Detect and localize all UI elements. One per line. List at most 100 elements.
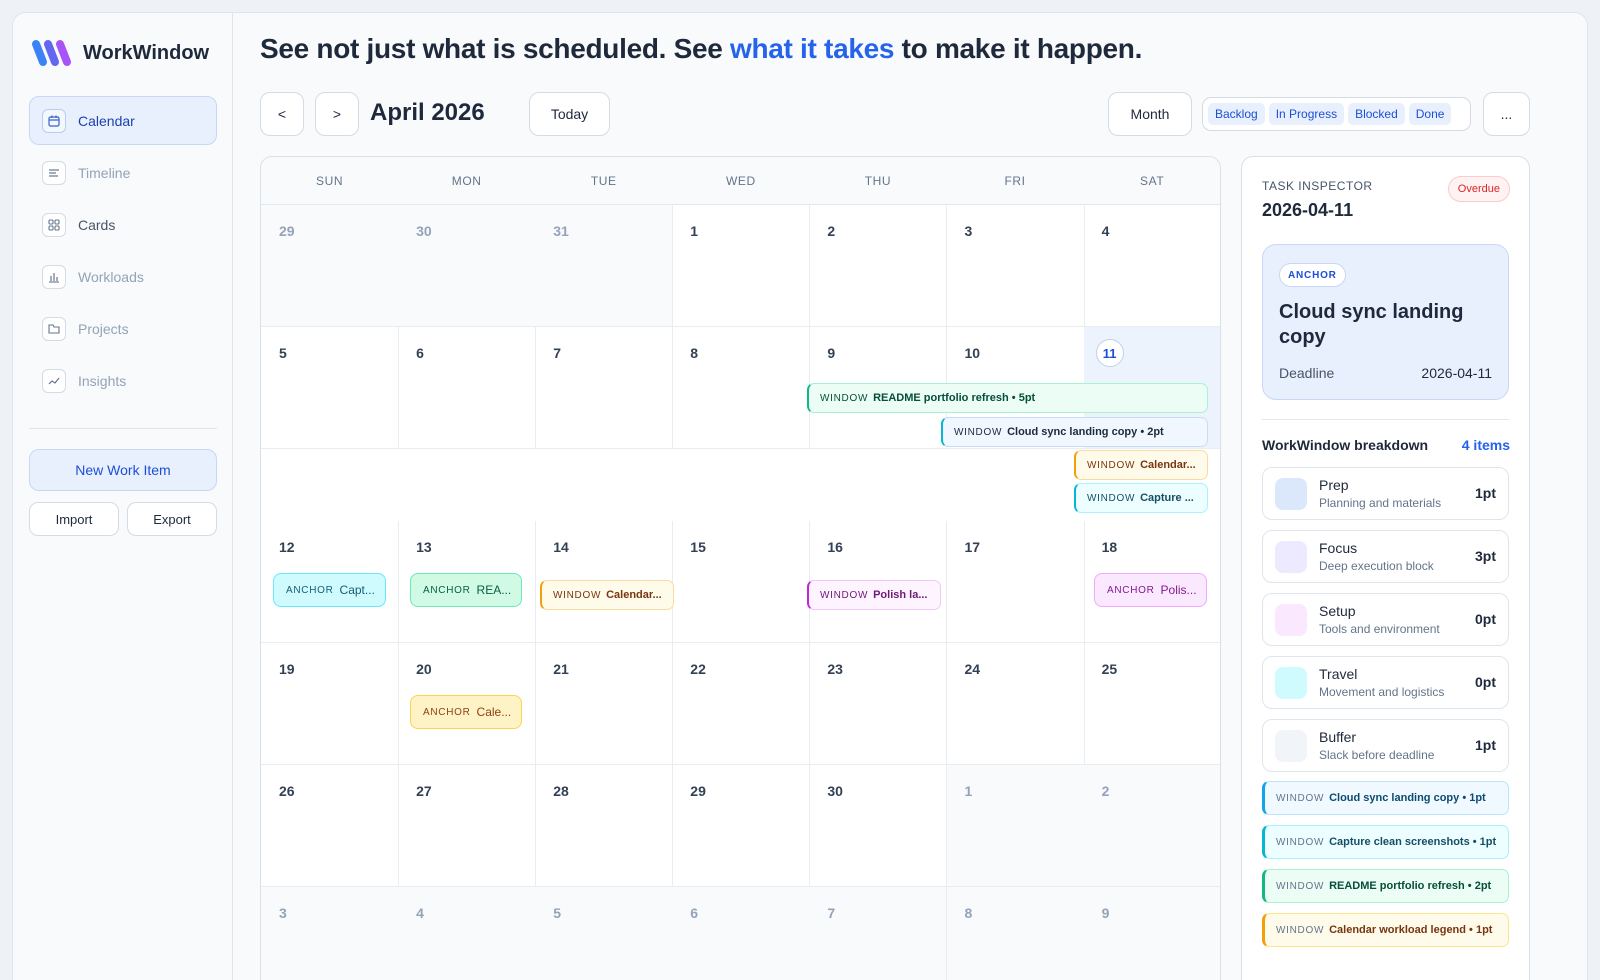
brand[interactable]: WorkWindow bbox=[30, 38, 209, 68]
day-cell[interactable]: 7 bbox=[809, 887, 948, 980]
sidebar-item-insights[interactable]: Insights bbox=[29, 356, 217, 405]
weekday-label: TUE bbox=[590, 174, 617, 188]
category-name: Prep bbox=[1319, 477, 1349, 493]
day-cell[interactable]: 5 bbox=[535, 887, 674, 980]
day-cell[interactable]: 2 bbox=[809, 205, 948, 327]
sidebar-item-timeline[interactable]: Timeline bbox=[29, 148, 217, 197]
window-event-14[interactable]: WINDOW Calendar... bbox=[540, 580, 674, 610]
day-cell[interactable]: 28 bbox=[535, 765, 674, 887]
export-button[interactable]: Export bbox=[127, 502, 217, 536]
app-window: WorkWindow Calendar Timeline Cards Workl… bbox=[12, 12, 1588, 980]
window-event-16[interactable]: WINDOW Polish la... bbox=[807, 580, 941, 610]
day-number: 25 bbox=[1101, 661, 1118, 677]
day-cell[interactable]: 30 bbox=[809, 765, 948, 887]
breakdown-row-travel[interactable]: Travel Movement and logistics 0pt bbox=[1262, 656, 1509, 709]
breakdown-row-focus[interactable]: Focus Deep execution block 3pt bbox=[1262, 530, 1509, 583]
category-description: Tools and environment bbox=[1319, 622, 1440, 636]
window-item[interactable]: WINDOW Cloud sync landing copy • 1pt bbox=[1262, 781, 1509, 815]
day-cell[interactable]: 15 bbox=[672, 521, 811, 643]
event-readme-portfolio-refresh[interactable]: WINDOW README portfolio refresh • 5pt bbox=[807, 383, 1208, 413]
day-cell[interactable]: 21 bbox=[535, 643, 674, 765]
day-number: 6 bbox=[690, 905, 699, 921]
day-cell[interactable]: 22 bbox=[672, 643, 811, 765]
day-cell[interactable]: 30 bbox=[398, 205, 537, 327]
anchor-event-12[interactable]: ANCHOR Capt... bbox=[273, 573, 386, 607]
day-cell[interactable]: 1 bbox=[672, 205, 811, 327]
day-number: 27 bbox=[416, 783, 432, 799]
weekday-label: SAT bbox=[1140, 174, 1165, 188]
day-cell[interactable]: 26 bbox=[261, 765, 400, 887]
day-cell[interactable]: 7 bbox=[535, 327, 674, 449]
status-chip-backlog[interactable]: Backlog bbox=[1208, 103, 1265, 125]
next-month-button[interactable]: > bbox=[315, 92, 359, 136]
status-chip-done[interactable]: Done bbox=[1408, 103, 1452, 125]
day-number: 29 bbox=[690, 783, 706, 799]
day-cell[interactable]: 31 bbox=[535, 205, 674, 327]
breakdown-row-setup[interactable]: Setup Tools and environment 0pt bbox=[1262, 593, 1509, 646]
view-month-button[interactable]: Month bbox=[1108, 92, 1192, 136]
anchor-task-card[interactable]: ANCHOR Cloud sync landing copy Deadline … bbox=[1262, 244, 1509, 400]
sidebar-item-cards[interactable]: Cards bbox=[29, 200, 217, 249]
day-cell[interactable]: 2 bbox=[1083, 765, 1220, 887]
day-cell[interactable]: 4 bbox=[398, 887, 537, 980]
weekday-label: WED bbox=[725, 174, 756, 188]
inspector-divider bbox=[1262, 419, 1509, 420]
category-description: Planning and materials bbox=[1319, 496, 1442, 510]
event-cloud-sync-landing-copy[interactable]: WINDOW Cloud sync landing copy • 2pt bbox=[941, 417, 1208, 447]
anchor-event-13[interactable]: ANCHOR REA... bbox=[410, 573, 522, 607]
event-capture-clean-screenshots[interactable]: WINDOW Capture ... bbox=[1074, 483, 1208, 513]
day-cell[interactable]: 23 bbox=[809, 643, 948, 765]
day-number: 9 bbox=[1101, 905, 1110, 921]
import-button[interactable]: Import bbox=[29, 502, 119, 536]
sidebar-item-projects[interactable]: Projects bbox=[29, 304, 217, 353]
breakdown-row-prep[interactable]: Prep Planning and materials 1pt bbox=[1262, 467, 1509, 520]
breakdown-count[interactable]: 4 items bbox=[1462, 437, 1510, 453]
window-item[interactable]: WINDOW Calendar workload legend • 1pt bbox=[1262, 913, 1509, 947]
day-cell[interactable]: 4 bbox=[1083, 205, 1220, 327]
day-cell[interactable]: 29 bbox=[261, 205, 400, 327]
breakdown-row-buffer[interactable]: Buffer Slack before deadline 1pt bbox=[1262, 719, 1509, 772]
event-tag: WINDOW bbox=[553, 589, 602, 601]
anchor-event-20[interactable]: ANCHOR Cale... bbox=[410, 695, 522, 729]
day-cell[interactable]: 29 bbox=[672, 765, 811, 887]
category-points: 1pt bbox=[1475, 485, 1496, 501]
day-cell[interactable]: 8 bbox=[672, 327, 811, 449]
day-cell[interactable]: 8 bbox=[946, 887, 1085, 980]
new-work-item-button[interactable]: New Work Item bbox=[29, 449, 217, 491]
day-cell[interactable]: 6 bbox=[672, 887, 811, 980]
day-cell[interactable]: 3 bbox=[946, 205, 1085, 327]
more-button[interactable]: ... bbox=[1483, 92, 1530, 136]
day-number: 23 bbox=[827, 661, 843, 677]
prev-month-button[interactable]: < bbox=[260, 92, 304, 136]
window-item[interactable]: WINDOW README portfolio refresh • 2pt bbox=[1262, 869, 1509, 903]
category-name: Focus bbox=[1319, 540, 1358, 556]
day-cell[interactable]: 24 bbox=[946, 643, 1085, 765]
status-chip-in-progress[interactable]: In Progress bbox=[1268, 103, 1345, 125]
status-chip-blocked[interactable]: Blocked bbox=[1348, 103, 1405, 125]
category-swatch bbox=[1275, 667, 1307, 699]
day-number: 1 bbox=[690, 223, 699, 239]
day-number: 31 bbox=[553, 223, 569, 239]
today-button[interactable]: Today bbox=[529, 92, 610, 136]
day-number: 16 bbox=[827, 539, 843, 555]
event-calendar-workload-legend[interactable]: WINDOW Calendar... bbox=[1074, 450, 1208, 480]
day-number: 2 bbox=[1101, 783, 1110, 799]
day-cell[interactable]: 5 bbox=[261, 327, 400, 449]
window-item[interactable]: WINDOW Capture clean screenshots • 1pt bbox=[1262, 825, 1509, 859]
weekday-label: THU bbox=[864, 174, 892, 188]
day-cell[interactable]: 6 bbox=[398, 327, 537, 449]
day-cell[interactable]: 3 bbox=[261, 887, 400, 980]
sidebar-item-workloads[interactable]: Workloads bbox=[29, 252, 217, 301]
sidebar-item-calendar[interactable]: Calendar bbox=[29, 96, 217, 145]
day-cell[interactable]: 27 bbox=[398, 765, 537, 887]
day-cell[interactable]: 17 bbox=[946, 521, 1085, 643]
today-marker: 11 bbox=[1095, 339, 1124, 367]
window-tag: WINDOW bbox=[1276, 924, 1325, 936]
day-cell[interactable]: 25 bbox=[1083, 643, 1220, 765]
day-cell[interactable]: 19 bbox=[261, 643, 400, 765]
anchor-event-18[interactable]: ANCHOR Polis... bbox=[1094, 573, 1207, 607]
day-cell[interactable]: 1 bbox=[946, 765, 1085, 887]
category-description: Slack before deadline bbox=[1319, 748, 1435, 762]
category-name: Setup bbox=[1319, 603, 1356, 619]
day-cell[interactable]: 9 bbox=[1083, 887, 1220, 980]
